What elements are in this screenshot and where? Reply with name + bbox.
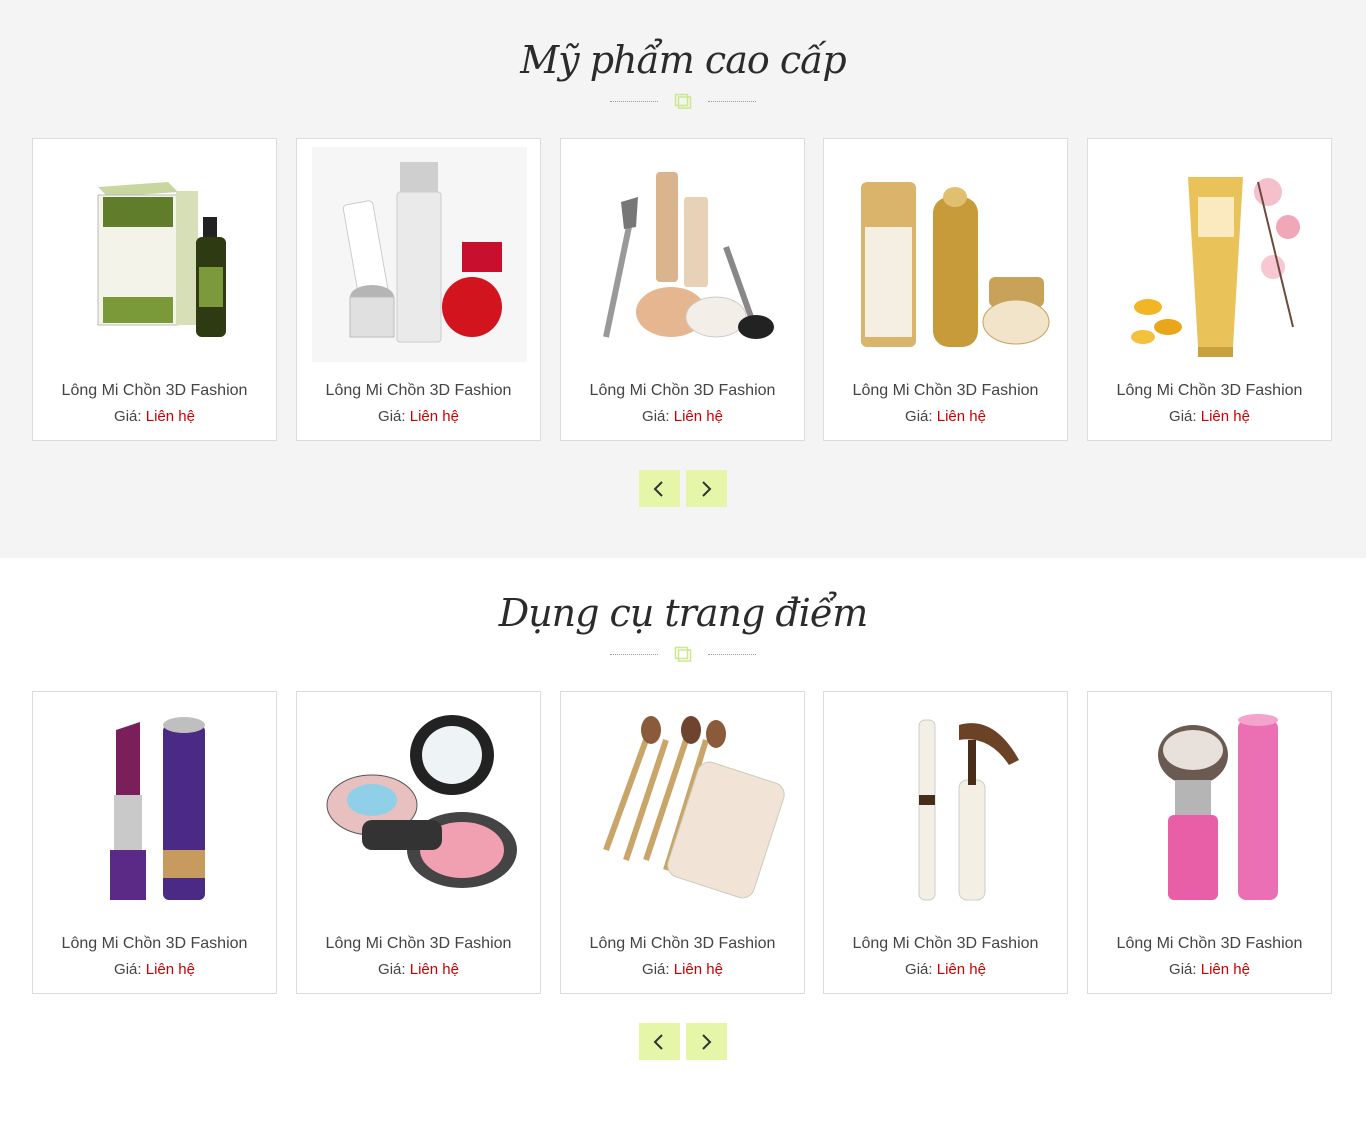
product-card[interactable]: Lông Mi Chồn 3D Fashion Giá: Liên hệ [296,691,541,994]
product-price: Giá: Liên hệ [378,408,459,425]
product-name[interactable]: Lông Mi Chồn 3D Fashion [561,382,804,400]
chevron-left-icon [653,1034,663,1050]
product-name[interactable]: Lông Mi Chồn 3D Fashion [33,382,276,400]
product-card[interactable]: Lông Mi Chồn 3D Fashion Giá: Liên hệ [560,138,805,441]
price-value[interactable]: Liên hệ [937,408,986,425]
price-value[interactable]: Liên hệ [1201,961,1250,978]
product-name[interactable]: Lông Mi Chồn 3D Fashion [561,935,804,953]
product-card[interactable]: Lông Mi Chồn 3D Fashion Giá: Liên hệ [1087,138,1332,441]
gold-skincare-set-image [861,182,1050,347]
kabuki-brush-image [1158,714,1278,900]
product-name[interactable]: Lông Mi Chồn 3D Fashion [824,382,1067,400]
chevron-left-icon [653,481,663,497]
price-value[interactable]: Liên hệ [937,961,986,978]
carousel-next-button[interactable] [686,1023,727,1060]
product-card[interactable]: Lông Mi Chồn 3D Fashion Giá: Liên hệ [1087,691,1332,994]
lipstick-image [110,717,205,900]
product-price: Giá: Liên hệ [1169,408,1250,425]
skii-set-image [312,147,527,362]
product-name[interactable]: Lông Mi Chồn 3D Fashion [1088,935,1331,953]
price-value[interactable]: Liên hệ [674,408,723,425]
product-price: Giá: Liên hệ [114,961,195,978]
product-price: Giá: Liên hệ [1169,961,1250,978]
title-divider [610,93,756,109]
section-title: Dụng cụ trang điểm [498,591,869,635]
product-price: Giá: Liên hệ [642,408,723,425]
product-card[interactable]: Lông Mi Chồn 3D Fashion Giá: Liên hệ [32,138,277,441]
olive-serum-image [97,182,226,337]
carousel-prev-button[interactable] [639,1023,680,1060]
price-value[interactable]: Liên hệ [146,408,195,425]
product-card[interactable]: Lông Mi Chồn 3D Fashion Giá: Liên hệ [296,138,541,441]
title-divider [610,646,756,662]
product-card[interactable]: Lông Mi Chồn 3D Fashion Giá: Liên hệ [823,138,1068,441]
product-price: Giá: Liên hệ [905,408,986,425]
section-title: Mỹ phẩm cao cấp [520,38,846,82]
price-value[interactable]: Liên hệ [674,961,723,978]
premium-cosmetics-section: Mỹ phẩm cao cấp Lông Mi Chồn 3D Fashion … [0,0,1366,558]
carousel-next-button[interactable] [686,470,727,507]
makeup-palette-image [326,715,517,888]
price-value[interactable]: Liên hệ [146,961,195,978]
chevron-right-icon [702,1034,712,1050]
product-name[interactable]: Lông Mi Chồn 3D Fashion [33,935,276,953]
product-price: Giá: Liên hệ [114,408,195,425]
brow-mascara-image [918,719,1019,901]
cream-tube-flowers-image [1131,177,1300,357]
product-name[interactable]: Lông Mi Chồn 3D Fashion [297,935,540,953]
product-card[interactable]: Lông Mi Chồn 3D Fashion Giá: Liên hệ [560,691,805,994]
makeup-tools-section: Dụng cụ trang điểm Lông Mi Chồn 3D Fashi… [0,558,1366,1133]
makeup-brush-set-image [603,172,774,339]
brush-tin-set-image [603,716,785,899]
product-name[interactable]: Lông Mi Chồn 3D Fashion [824,935,1067,953]
chevron-right-icon [702,481,712,497]
carousel-prev-button[interactable] [639,470,680,507]
double-square-icon [674,646,692,662]
price-value[interactable]: Liên hệ [410,961,459,978]
product-name[interactable]: Lông Mi Chồn 3D Fashion [297,382,540,400]
product-price: Giá: Liên hệ [378,961,459,978]
product-price: Giá: Liên hệ [905,961,986,978]
price-value[interactable]: Liên hệ [1201,408,1250,425]
price-value[interactable]: Liên hệ [410,408,459,425]
product-price: Giá: Liên hệ [642,961,723,978]
double-square-icon [674,93,692,109]
product-card[interactable]: Lông Mi Chồn 3D Fashion Giá: Liên hệ [32,691,277,994]
product-name[interactable]: Lông Mi Chồn 3D Fashion [1088,382,1331,400]
product-card[interactable]: Lông Mi Chồn 3D Fashion Giá: Liên hệ [823,691,1068,994]
